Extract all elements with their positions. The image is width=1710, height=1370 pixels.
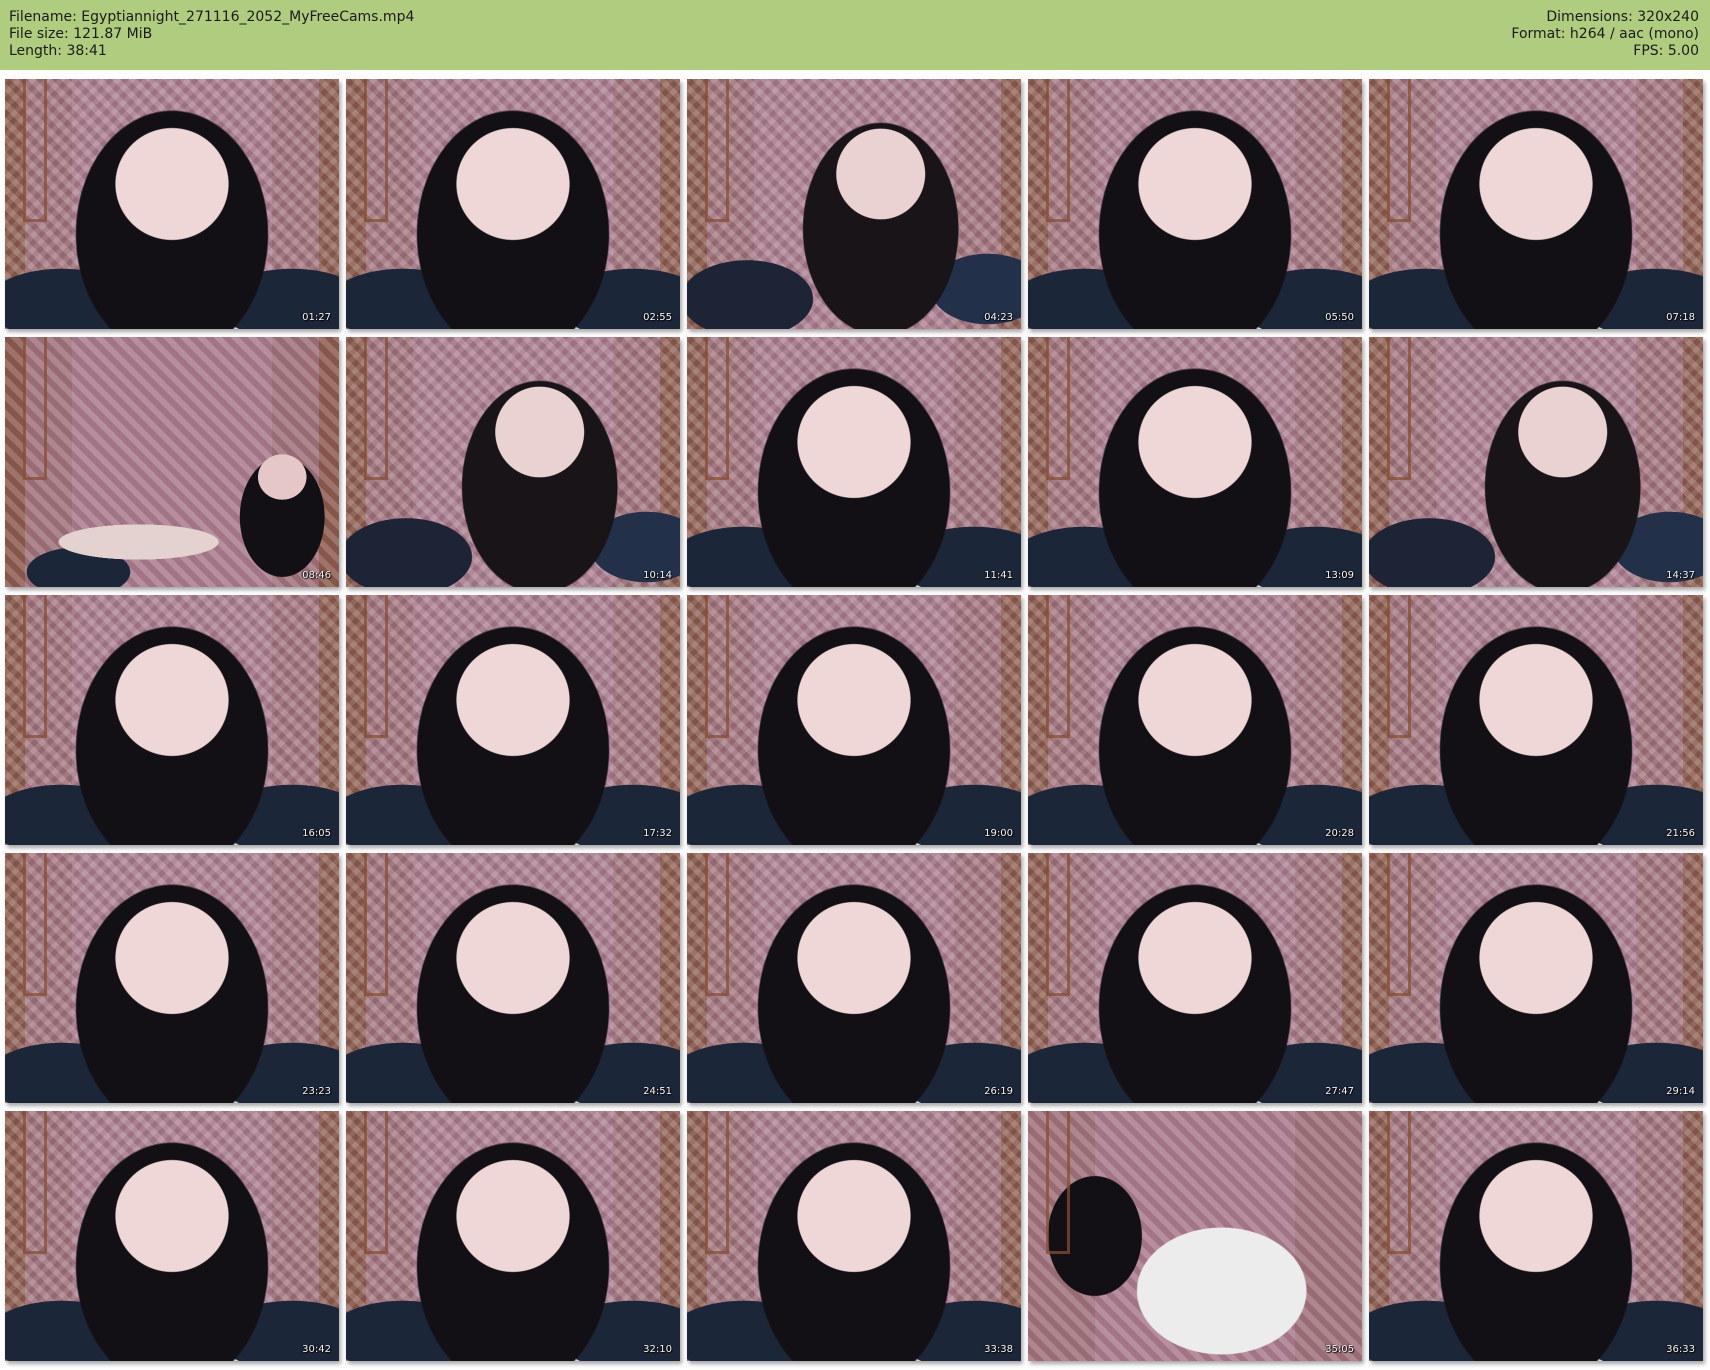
video-thumbnail: 07:18 xyxy=(1369,79,1703,329)
video-thumbnail: 01:27 xyxy=(5,79,339,329)
background-window-frame xyxy=(364,853,388,996)
background-window-frame xyxy=(1387,337,1411,480)
video-thumbnail: 32:10 xyxy=(346,1111,680,1361)
dimensions-text: Dimensions: 320x240 xyxy=(1546,9,1699,25)
thumbnail-timestamp: 20:28 xyxy=(1325,828,1354,839)
format-text: Format: h264 / aac (mono) xyxy=(1511,26,1699,42)
thumbnail-timestamp: 30:42 xyxy=(302,1344,331,1355)
video-thumbnail: 10:14 xyxy=(346,337,680,587)
background-window-frame xyxy=(23,1111,47,1254)
background-window-frame xyxy=(364,79,388,222)
video-thumbnail: 13:09 xyxy=(1028,337,1362,587)
video-thumbnail: 36:33 xyxy=(1369,1111,1703,1361)
background-window-frame xyxy=(1387,595,1411,738)
thumbnail-timestamp: 33:38 xyxy=(984,1344,1013,1355)
background-window-frame xyxy=(705,79,729,222)
background-window-frame xyxy=(364,1111,388,1254)
video-thumbnail: 24:51 xyxy=(346,853,680,1103)
video-thumbnail: 11:41 xyxy=(687,337,1021,587)
thumbnail-timestamp: 17:32 xyxy=(643,828,672,839)
thumbnail-timestamp: 24:51 xyxy=(643,1086,672,1097)
background-window-frame xyxy=(364,337,388,480)
thumbnail-timestamp: 36:33 xyxy=(1666,1344,1695,1355)
background-window-frame xyxy=(1046,853,1070,996)
video-thumbnail: 02:55 xyxy=(346,79,680,329)
video-info-left: Filename: Egyptiannight_271116_2052_MyFr… xyxy=(9,9,414,60)
video-thumbnail: 08:46 xyxy=(5,337,339,587)
thumbnail-timestamp: 01:27 xyxy=(302,312,331,323)
thumbnail-timestamp: 14:37 xyxy=(1666,570,1695,581)
background-window-frame xyxy=(23,79,47,222)
background-window-frame xyxy=(1387,1111,1411,1254)
thumbnail-timestamp: 23:23 xyxy=(302,1086,331,1097)
thumbnail-timestamp: 26:19 xyxy=(984,1086,1013,1097)
video-thumbnail: 05:50 xyxy=(1028,79,1362,329)
video-thumbnail: 14:37 xyxy=(1369,337,1703,587)
thumbnail-timestamp: 02:55 xyxy=(643,312,672,323)
video-info-right: Dimensions: 320x240 Format: h264 / aac (… xyxy=(1511,9,1699,60)
thumbnail-timestamp: 21:56 xyxy=(1666,828,1695,839)
background-window-frame xyxy=(23,337,47,480)
fps-text: FPS: 5.00 xyxy=(1633,43,1699,59)
video-thumbnail: 26:19 xyxy=(687,853,1021,1103)
background-window-frame xyxy=(1387,79,1411,222)
thumbnail-timestamp: 16:05 xyxy=(302,828,331,839)
thumbnail-timestamp: 07:18 xyxy=(1666,312,1695,323)
video-thumbnail: 27:47 xyxy=(1028,853,1362,1103)
background-window-frame xyxy=(23,853,47,996)
thumbnail-timestamp: 10:14 xyxy=(643,570,672,581)
video-thumbnail: 35:05 xyxy=(1028,1111,1362,1361)
thumbnail-timestamp: 13:09 xyxy=(1325,570,1354,581)
background-window-frame xyxy=(705,337,729,480)
background-window-frame xyxy=(1046,79,1070,222)
video-thumbnail: 16:05 xyxy=(5,595,339,845)
background-window-frame xyxy=(1046,595,1070,738)
background-window-frame xyxy=(705,1111,729,1254)
thumbnail-timestamp: 35:05 xyxy=(1325,1344,1354,1355)
video-info-header: Filename: Egyptiannight_271116_2052_MyFr… xyxy=(0,0,1710,70)
thumbnail-grid: 01:27 02:55 04:23 05:50 07:18 08:46 10:14 11:41… xyxy=(5,79,1705,1365)
thumbnail-timestamp: 08:46 xyxy=(302,570,331,581)
background-window-frame xyxy=(705,595,729,738)
background-window-frame xyxy=(23,595,47,738)
file-size-text: File size: 121.87 MiB xyxy=(9,26,153,42)
thumbnail-timestamp: 32:10 xyxy=(643,1344,672,1355)
thumbnail-timestamp: 19:00 xyxy=(984,828,1013,839)
filename-text: Filename: Egyptiannight_271116_2052_MyFr… xyxy=(9,9,415,25)
background-window-frame xyxy=(364,595,388,738)
video-thumbnail: 30:42 xyxy=(5,1111,339,1361)
video-thumbnail: 04:23 xyxy=(687,79,1021,329)
video-thumbnail: 23:23 xyxy=(5,853,339,1103)
video-thumbnail: 17:32 xyxy=(346,595,680,845)
length-text: Length: 38:41 xyxy=(9,43,107,59)
video-thumbnail: 19:00 xyxy=(687,595,1021,845)
video-thumbnail: 29:14 xyxy=(1369,853,1703,1103)
thumbnail-timestamp: 27:47 xyxy=(1325,1086,1354,1097)
thumbnail-timestamp: 05:50 xyxy=(1325,312,1354,323)
background-window-frame xyxy=(1387,853,1411,996)
video-thumbnail: 33:38 xyxy=(687,1111,1021,1361)
background-window-frame xyxy=(705,853,729,996)
thumbnail-timestamp: 11:41 xyxy=(984,570,1013,581)
video-thumbnail: 20:28 xyxy=(1028,595,1362,845)
thumbnail-timestamp: 04:23 xyxy=(984,312,1013,323)
background-window-frame xyxy=(1046,1111,1070,1254)
video-thumbnail: 21:56 xyxy=(1369,595,1703,845)
thumbnail-timestamp: 29:14 xyxy=(1666,1086,1695,1097)
background-window-frame xyxy=(1046,337,1070,480)
